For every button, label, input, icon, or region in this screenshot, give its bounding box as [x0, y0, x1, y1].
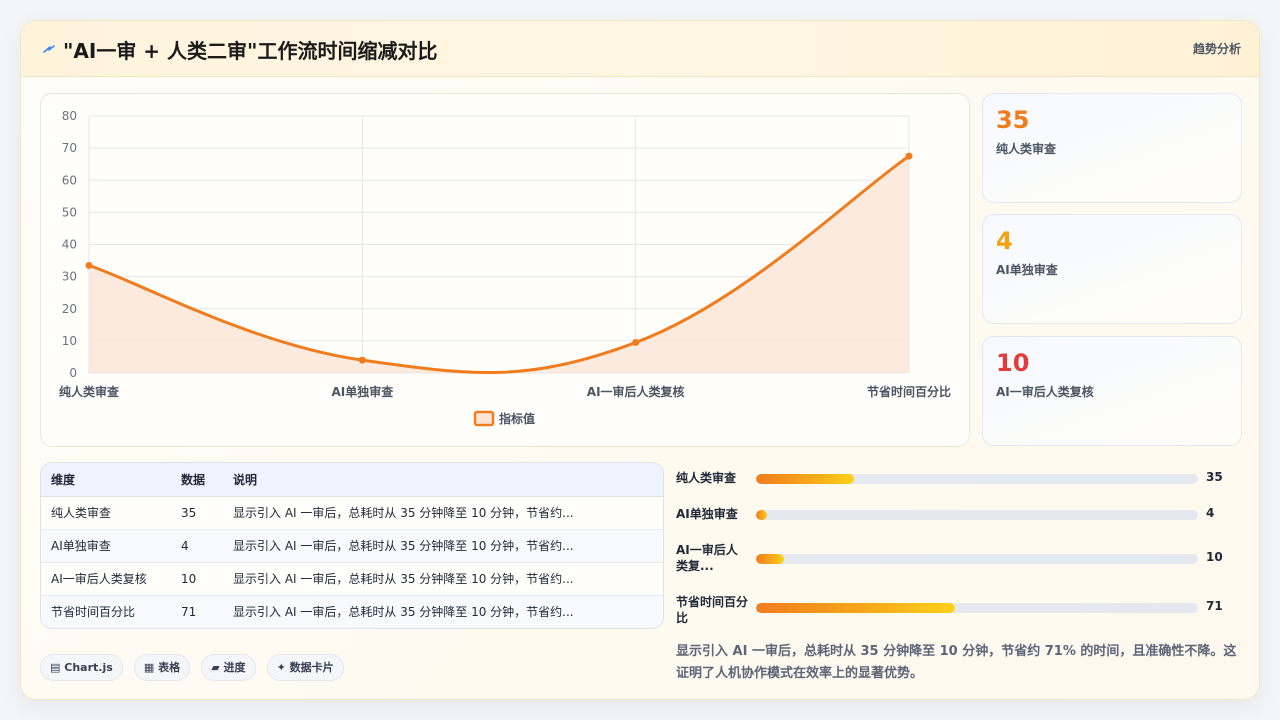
stat-card-ai-human-review: 10 AI一审后人类复核: [982, 336, 1242, 446]
tag-table[interactable]: ▦ 表格: [133, 654, 191, 681]
y-tick-label: 30: [62, 270, 77, 284]
stat-label: AI一审后人类复核: [996, 385, 1094, 399]
progress-fill: [756, 474, 855, 484]
stat-value: 10: [996, 349, 1030, 377]
x-tick-label: AI一审后人类复核: [587, 384, 685, 399]
table-cell: 71: [181, 595, 233, 628]
lightning-icon: [43, 45, 55, 53]
table-cell: 显示引入 AI 一审后，总耗时从 35 分钟降至 10 分钟，节省约...: [233, 496, 663, 530]
stat-card-ai-review: 4 AI单独审查: [982, 214, 1242, 324]
progress-label: AI单独审查: [676, 507, 738, 521]
progress-value: 35: [1206, 470, 1223, 484]
table-cell: 显示引入 AI 一审后，总耗时从 35 分钟降至 10 分钟，节省约...: [233, 529, 663, 563]
y-tick-label: 40: [62, 238, 77, 252]
data-point: [358, 356, 366, 364]
table-cell: 节省时间百分比: [41, 595, 181, 628]
chart-icon: ▤: [50, 661, 61, 674]
progress-track: [756, 510, 1198, 520]
stat-card-human-review: 35 纯人类审查: [982, 93, 1242, 203]
column-header: 数据: [181, 463, 233, 497]
line-chart: 0 10 20 30 40 50 60 70 80 纯人类审查 AI单独审查 AI一审后人类复核 节省时…: [59, 109, 951, 427]
data-point: [85, 261, 93, 269]
table-icon: ▦: [143, 661, 155, 674]
tag-data-card[interactable]: ✦ 数据卡片: [266, 654, 344, 681]
table-cell: AI一审后人类复核: [41, 562, 181, 596]
table-cell: 35: [181, 496, 233, 530]
trend-analysis-link[interactable]: 趋势分析: [1193, 40, 1241, 57]
table-cell: 10: [181, 562, 233, 596]
legend-swatch: [473, 410, 495, 427]
tag-label: 数据卡片: [289, 661, 334, 674]
y-tick-label: 50: [62, 205, 77, 219]
table-cell: 4: [181, 529, 233, 563]
table-cell: 显示引入 AI 一审后，总耗时从 35 分钟降至 10 分钟，节省约...: [233, 595, 663, 628]
tag-chartjs[interactable]: ▤ Chart.js: [40, 654, 123, 681]
x-tick-label: AI单独审查: [331, 384, 394, 399]
header: "AI一审 + 人类二审"工作流时间缩减对比 趋势分析: [21, 21, 1259, 77]
table-cell: 纯人类审查: [41, 496, 181, 530]
tag-label: Chart.js: [64, 661, 113, 674]
progress-value: 71: [1206, 599, 1223, 613]
stat-value: 35: [996, 106, 1030, 134]
column-header: 说明: [233, 463, 663, 497]
progress-label: 纯人类审查: [676, 471, 737, 485]
x-tick-label: 纯人类审查: [59, 384, 120, 399]
data-table: 维度 数据 说明 纯人类审查 35 显示引入 AI 一审后，总耗时从 35 分钟…: [41, 463, 663, 628]
table-row: AI一审后人类复核 10 显示引入 AI 一审后，总耗时从 35 分钟降至 10…: [41, 562, 663, 596]
data-table-panel: 维度 数据 说明 纯人类审查 35 显示引入 AI 一审后，总耗时从 35 分钟…: [40, 462, 664, 629]
column-header: 维度: [41, 463, 181, 497]
progress-track: [756, 474, 1198, 484]
page-title: "AI一审 + 人类二审"工作流时间缩减对比: [63, 39, 438, 63]
tag-progress[interactable]: ▰ 进度: [201, 654, 256, 681]
table-cell: AI单独审查: [41, 529, 181, 563]
progress-track: [756, 554, 1198, 564]
legend-label: 指标值: [499, 411, 535, 426]
y-tick-label: 70: [62, 141, 77, 155]
progress-label: AI一审后人 类复...: [676, 543, 738, 573]
y-tick-label: 80: [62, 109, 77, 123]
progress-label: 节省时间百分比: [676, 595, 749, 625]
progress-value: 10: [1206, 550, 1223, 564]
y-tick-label: 60: [62, 173, 77, 187]
progress-fill: [756, 554, 784, 564]
line-chart-panel: 0 10 20 30 40 50 60 70 80 纯人类审查 AI单独审查 AI一审后人类复核 节省时…: [40, 93, 970, 447]
dashboard-card: "AI一审 + 人类二审"工作流时间缩减对比 趋势分析 0 10 20 30 40 50 6…: [20, 20, 1260, 700]
progress-value: 4: [1206, 506, 1215, 520]
stat-label: 纯人类审查: [996, 142, 1057, 156]
y-tick-label: 20: [62, 302, 77, 316]
sparkle-icon: ✦: [276, 661, 286, 674]
tag-label: 进度: [223, 661, 246, 674]
y-tick-label: 0: [69, 366, 77, 380]
progress-fill: [756, 510, 768, 520]
stat-value: 4: [996, 227, 1013, 255]
stat-label: AI单独审查: [996, 263, 1058, 277]
tag-label: 表格: [158, 661, 181, 674]
progress-list: 纯人类审查 35 AI单独审查 4 AI一审后人 类复... 10 节省时间百分…: [676, 462, 1236, 642]
progress-icon: ▰: [211, 661, 220, 674]
table-row: AI单独审查 4 显示引入 AI 一审后，总耗时从 35 分钟降至 10 分钟，…: [41, 529, 663, 563]
y-tick-label: 10: [62, 334, 77, 348]
summary-text: 显示引入 AI 一审后，总耗时从 35 分钟降至 10 分钟，节省约 71% 的…: [676, 644, 1237, 681]
tag-list: ▤ Chart.js ▦ 表格 ▰ 进度 ✦ 数据卡片: [40, 654, 350, 681]
progress-fill: [756, 603, 955, 613]
data-point: [632, 338, 640, 346]
x-tick-label: 节省时间百分比: [867, 384, 951, 399]
data-point: [905, 152, 913, 160]
progress-track: [756, 603, 1198, 613]
table-row: 节省时间百分比 71 显示引入 AI 一审后，总耗时从 35 分钟降至 10 分…: [41, 595, 663, 628]
table-header-row: 维度 数据 说明: [41, 463, 663, 497]
table-cell: 显示引入 AI 一审后，总耗时从 35 分钟降至 10 分钟，节省约...: [233, 562, 663, 596]
table-row: 纯人类审查 35 显示引入 AI 一审后，总耗时从 35 分钟降至 10 分钟，…: [41, 496, 663, 530]
